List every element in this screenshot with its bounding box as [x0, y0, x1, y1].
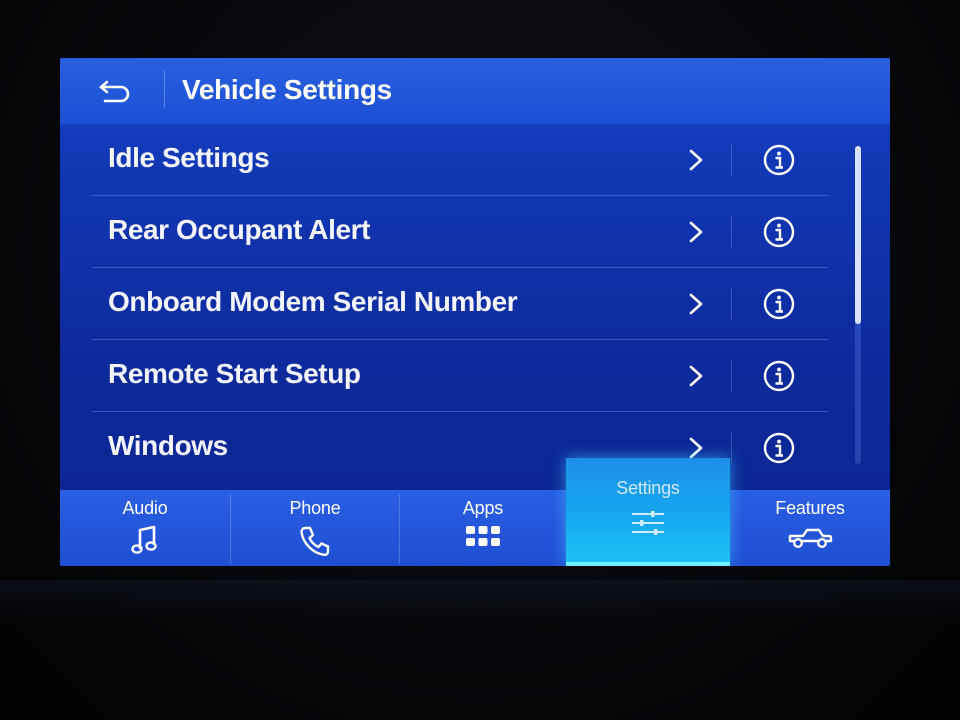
list-item-label: Rear Occupant Alert: [108, 214, 371, 245]
back-arrow-icon: [99, 80, 130, 103]
chevron-right-icon: [689, 365, 703, 387]
tab-label: Audio: [122, 498, 168, 518]
info-icon[interactable]: [762, 431, 796, 465]
tab-label: Features: [775, 498, 845, 518]
tab-label: Apps: [462, 498, 504, 518]
list-item-onboard-modem-serial-number[interactable]: Onboard Modem Serial Number: [92, 268, 828, 340]
tab-phone[interactable]: Phone: [231, 490, 399, 566]
row-divider: [731, 144, 732, 176]
list-item-label: Onboard Modem Serial Number: [108, 286, 518, 317]
tab-settings[interactable]: Settings: [566, 458, 730, 566]
list-item-rear-occupant-alert[interactable]: Rear Occupant Alert: [92, 196, 828, 268]
apps-grid-icon: [466, 526, 500, 546]
tab-label: Settings: [616, 478, 680, 498]
list-item-idle-settings[interactable]: Idle Settings: [92, 124, 828, 196]
info-icon[interactable]: [762, 215, 796, 249]
active-tab-indicator: [566, 562, 730, 566]
bezel-reflection: [0, 580, 960, 620]
phone-icon: [300, 526, 330, 557]
infotainment-screen: Vehicle Settings Idle Settings Rear Occu…: [60, 58, 890, 566]
row-divider: [731, 360, 732, 392]
info-icon[interactable]: [762, 287, 796, 321]
info-icon[interactable]: [762, 359, 796, 393]
chevron-right-icon: [689, 221, 703, 243]
back-button[interactable]: [80, 68, 150, 112]
chevron-right-icon: [689, 293, 703, 315]
row-divider: [731, 216, 732, 248]
row-divider: [731, 432, 732, 464]
row-divider: [731, 288, 732, 320]
truck-icon: [788, 528, 833, 548]
tab-audio[interactable]: Audio: [60, 490, 230, 566]
bottom-tab-bar: Audio Phone Apps Features: [60, 490, 890, 566]
tab-features[interactable]: Features: [730, 490, 890, 566]
page-title: Vehicle Settings: [182, 74, 392, 105]
info-icon[interactable]: [762, 143, 796, 177]
chevron-right-icon: [689, 149, 703, 171]
list-item-label: Idle Settings: [108, 142, 270, 173]
list-item-label: Remote Start Setup: [108, 358, 361, 389]
music-note-icon: [131, 525, 157, 554]
header-divider: [164, 70, 165, 108]
header-bar: Vehicle Settings: [60, 58, 890, 124]
tab-apps[interactable]: Apps: [400, 490, 566, 566]
scrollbar-thumb[interactable]: [855, 146, 861, 324]
list-item-label: Windows: [108, 430, 228, 461]
tab-label: Phone: [289, 498, 341, 518]
sliders-icon: [632, 511, 664, 535]
list-item-remote-start-setup[interactable]: Remote Start Setup: [92, 340, 828, 412]
